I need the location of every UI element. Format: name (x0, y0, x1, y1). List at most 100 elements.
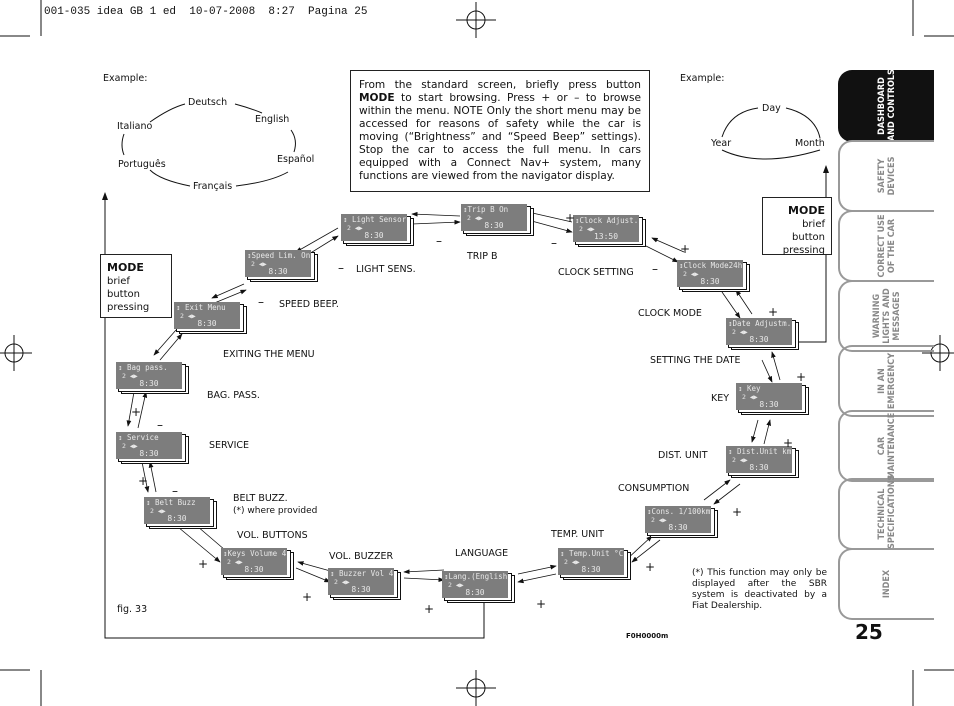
lcd-screen: ↕Lang.(English) 2 ◀▶ 8:30 (442, 571, 508, 598)
tab-dashboard-controls[interactable]: DASHBOARD AND CONTROLS (838, 69, 934, 142)
lang-english: English (255, 114, 290, 125)
display-belt-buzz: ↕ Belt Buzz 2 ◀▶ 8:30 (144, 497, 217, 529)
lcd-line-1: ↕ Temp.Unit °C (560, 549, 624, 558)
lcd-line-1: ↕ Service (118, 433, 159, 442)
footnote: (*) This function may only be displayed … (692, 568, 827, 611)
display-exit-menu: ↕ Exit Menu 2 ◀▶ 8:30 (174, 302, 247, 334)
display-clock-adjust: ↕Clock Adjust. 2 ◀▶ 13:50 (573, 215, 646, 247)
date-year: Year (711, 138, 732, 149)
instruction-box: From the standard screen, briefly press … (350, 70, 650, 192)
display-dist-unit: ↕ Dist.Unit km 2 ◀▶ 8:30 (726, 446, 799, 478)
display-language: ↕Lang.(English) 2 ◀▶ 8:30 (442, 571, 515, 603)
lcd-screen: ↕Speed Lim. On 2 ◀▶ 8:30 (245, 250, 311, 277)
mode-box-right: MODE brief button pressing (762, 197, 832, 256)
lcd-screen: ↕Cons. 1/100km 2 ◀▶ 8:30 (645, 506, 711, 533)
lcd-screen: ↕Clock Adjust. 2 ◀▶ 13:50 (573, 215, 639, 242)
lcd-screen: ↕ Dist.Unit km 2 ◀▶ 8:30 (726, 446, 792, 473)
lcd-line-1: ↕Keys Volume 4 (223, 549, 287, 558)
tab-warning-lights[interactable]: WARNING LIGHTS AND MESSAGES (838, 280, 934, 352)
mode-keyword: MODE (359, 92, 395, 104)
lcd-line-1: ↕ Exit Menu (176, 303, 226, 312)
tab-label: INDEX (882, 569, 892, 599)
example-label-language: Example: (103, 73, 148, 84)
display-clock-mode: ↕Clock Mode24h 2 ◀▶ 8:30 (677, 260, 750, 292)
plus-sign: + (536, 597, 547, 611)
instruction-text-after: to start browsing. Press + or – to brows… (359, 92, 641, 182)
tab-correct-use[interactable]: CORRECT USE OF THE CAR (838, 210, 934, 282)
caption-setting-date: SETTING THE DATE (650, 355, 741, 366)
display-buzzer-vol: ↕ Buzzer Vol 42 ◀▶ 8:30 (328, 568, 401, 600)
lcd-screen: ↕Clock Mode24h 2 ◀▶ 8:30 (677, 260, 743, 287)
example-label-date: Example: (680, 73, 725, 84)
lcd-line-1: ↕ Light Sensor 2 (343, 215, 407, 224)
lcd-screen: ↕ Bag pass. 2 ◀▶ 8:30 (116, 362, 182, 389)
caption-light-sensor: LIGHT SENS. (356, 264, 416, 275)
tab-label: SAFETY DEVICES (877, 156, 897, 196)
tab-car-maintenance[interactable]: CAR MAINTENANCE (838, 410, 934, 482)
instruction-text-before: From the standard screen, briefly press … (359, 79, 641, 91)
tab-technical-specs[interactable]: TECHNICAL SPECIFICATIONS (838, 474, 934, 550)
minus-sign: – (157, 418, 163, 432)
tab-label: CAR MAINTENANCE (877, 412, 897, 480)
lcd-line-1: ↕Trip B On (463, 205, 509, 214)
mode-box-left: MODE brief button pressing (100, 254, 172, 318)
tab-label: WARNING LIGHTS AND MESSAGES (872, 288, 902, 344)
caption-exit-menu: EXITING THE MENU (223, 349, 315, 360)
lcd-screen: ↕ Belt Buzz 2 ◀▶ 8:30 (144, 497, 210, 524)
page-number: 25 (855, 620, 883, 644)
lcd-line-1: ↕ Belt Buzz (146, 498, 196, 507)
display-keys-volume: ↕Keys Volume 42 ◀▶ 8:30 (221, 548, 294, 580)
minus-sign: – (551, 236, 557, 250)
plus-sign: + (796, 370, 807, 384)
lcd-line-1: ↕Speed Lim. On (247, 251, 311, 260)
display-temp-unit: ↕ Temp.Unit °C 2 ◀▶ 8:30 (558, 548, 631, 580)
minus-sign: – (652, 262, 658, 276)
display-trip-b: ↕Trip B On 2 ◀▶ 8:30 (461, 204, 534, 236)
caption-bag-pass: BAG. PASS. (207, 390, 260, 401)
minus-sign: – (436, 234, 442, 248)
caption-temp-unit: TEMP. UNIT (551, 529, 604, 540)
lcd-line-1: ↕ Buzzer Vol 4 (330, 569, 394, 578)
lcd-screen: ↕Keys Volume 42 ◀▶ 8:30 (221, 548, 287, 575)
plus-sign: + (680, 242, 691, 256)
mode-box-title: MODE (107, 261, 144, 274)
plus-sign: + (732, 505, 743, 519)
caption-vol-buzzer: VOL. BUZZER (329, 551, 394, 562)
lang-espanol: Español (277, 154, 315, 165)
lang-italiano: Italiano (117, 121, 153, 132)
lang-portugues: Português (118, 159, 166, 170)
figure-code: F0H0000m (626, 632, 669, 640)
lcd-line-1: ↕Lang.(English) (444, 572, 508, 581)
minus-sign: – (338, 261, 344, 275)
plus-sign: + (645, 560, 656, 574)
tab-emergency[interactable]: IN AN EMERGENCY (838, 345, 934, 417)
caption-belt-buzz: BELT BUZZ. (233, 493, 288, 504)
display-key: ↕ Key 2 ◀▶ 8:30 (736, 383, 809, 415)
tab-index[interactable]: INDEX (838, 548, 934, 620)
lcd-screen: ↕ Temp.Unit °C 2 ◀▶ 8:30 (558, 548, 624, 575)
plus-sign: + (198, 557, 209, 571)
tab-safety-devices[interactable]: SAFETY DEVICES (838, 140, 934, 212)
tab-label: TECHNICAL SPECIFICATIONS (877, 474, 897, 549)
mode-box-text: brief button pressing (782, 219, 825, 256)
date-month: Month (795, 138, 825, 149)
lang-deutsch: Deutsch (188, 97, 228, 108)
lang-francais: Français (193, 181, 233, 192)
tab-label: IN AN EMERGENCY (877, 352, 897, 410)
display-consumption: ↕Cons. 1/100km 2 ◀▶ 8:30 (645, 506, 718, 538)
caption-trip-b: TRIP B (467, 251, 498, 262)
caption-dist-unit: DIST. UNIT (658, 450, 708, 461)
caption-consumption: CONSUMPTION (618, 483, 690, 494)
lcd-screen: ↕ Buzzer Vol 42 ◀▶ 8:30 (328, 568, 394, 595)
date-day: Day (762, 103, 781, 114)
display-date-adjust: ↕Date Adjustm. 2 ◀▶ 8:30 (726, 318, 799, 350)
mode-box-title: MODE (788, 204, 825, 217)
plus-sign: + (302, 590, 313, 604)
plus-sign: + (424, 602, 435, 616)
plus-sign: + (768, 305, 779, 319)
caption-service: SERVICE (209, 440, 250, 451)
caption-clock-mode: CLOCK MODE (638, 308, 702, 319)
minus-sign: – (258, 295, 264, 309)
lcd-line-1: ↕ Key (738, 384, 761, 393)
lcd-screen: ↕ Key 2 ◀▶ 8:30 (736, 383, 802, 410)
